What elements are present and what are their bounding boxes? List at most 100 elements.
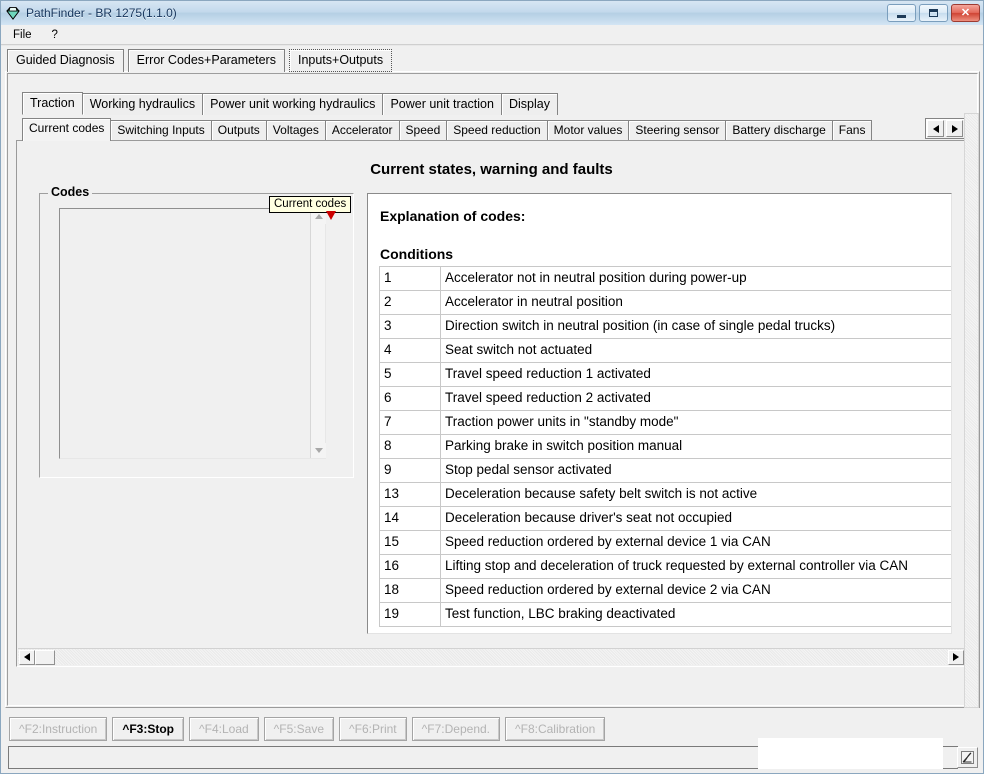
codes-group-box: Codes <box>39 193 354 478</box>
tab-speed[interactable]: Speed <box>399 120 448 141</box>
code-description-cell: Direction switch in neutral position (in… <box>441 315 953 339</box>
code-description-cell: Lifting stop and deceleration of truck r… <box>441 555 953 579</box>
tooltip-current-codes: Current codes <box>269 196 351 213</box>
f3-stop-button[interactable]: ^F3:Stop <box>112 717 184 741</box>
code-description-cell: Speed reduction ordered by external devi… <box>441 531 953 555</box>
tab-fans[interactable]: Fans <box>832 120 873 141</box>
code-description-cell: Deceleration because driver's seat not o… <box>441 507 953 531</box>
window-controls: ✕ <box>887 4 980 22</box>
right-arrow-icon <box>953 653 959 661</box>
tab-speed-reduction[interactable]: Speed reduction <box>446 120 547 141</box>
scroll-down-icon <box>315 448 323 453</box>
page-title: Current states, warning and faults <box>17 161 966 178</box>
code-number-cell: 14 <box>380 507 441 531</box>
code-description-cell: Deceleration because safety belt switch … <box>441 483 953 507</box>
tab-battery-discharge[interactable]: Battery discharge <box>725 120 832 141</box>
minimize-button[interactable] <box>887 4 916 22</box>
table-row: 3Direction switch in neutral position (i… <box>380 315 953 339</box>
f4-load-button[interactable]: ^F4:Load <box>189 717 259 741</box>
f7-depend-button[interactable]: ^F7:Depend. <box>412 717 500 741</box>
tab-motor-values[interactable]: Motor values <box>547 120 630 141</box>
right-arrow-icon <box>952 125 958 133</box>
table-row: 13Deceleration because safety belt switc… <box>380 483 953 507</box>
table-row: 8Parking brake in switch position manual <box>380 435 953 459</box>
code-number-cell: 7 <box>380 411 441 435</box>
hscroll-thumb[interactable] <box>35 650 55 665</box>
code-number-cell: 19 <box>380 603 441 627</box>
table-row: 18Speed reduction ordered by external de… <box>380 579 953 603</box>
content-horizontal-scrollbar[interactable] <box>18 648 965 665</box>
minimize-icon <box>897 15 906 18</box>
menu-item-help[interactable]: ? <box>48 28 66 42</box>
diamond-gem-icon <box>5 5 21 21</box>
tab-voltages[interactable]: Voltages <box>266 120 326 141</box>
tab-switching-inputs[interactable]: Switching Inputs <box>110 120 211 141</box>
code-number-cell: 3 <box>380 315 441 339</box>
tab-scroll-right-button[interactable] <box>946 120 963 137</box>
window-title: PathFinder - BR 1275(1.1.0) <box>26 6 177 20</box>
explanation-subheading: Conditions <box>380 246 945 262</box>
codes-listbox-scrollbar[interactable] <box>310 209 325 458</box>
table-row: 19Test function, LBC braking deactivated <box>380 603 953 627</box>
codes-scroll-down-button[interactable] <box>311 443 326 458</box>
code-number-cell: 9 <box>380 459 441 483</box>
table-row: 5Travel speed reduction 1 activated <box>380 363 953 387</box>
code-description-cell: Parking brake in switch position manual <box>441 435 953 459</box>
close-button[interactable]: ✕ <box>951 4 980 22</box>
chart-curve-button[interactable] <box>957 747 978 768</box>
f5-save-button[interactable]: ^F5:Save <box>264 717 334 741</box>
f8-calibration-button[interactable]: ^F8:Calibration <box>505 717 605 741</box>
tab-accelerator[interactable]: Accelerator <box>325 120 400 141</box>
left-arrow-icon <box>24 653 30 661</box>
tab-scroll-controls <box>925 118 965 139</box>
status-bar-overlay-box <box>758 738 943 769</box>
code-description-cell: Seat switch not actuated <box>441 339 953 363</box>
code-number-cell: 1 <box>380 267 441 291</box>
code-description-cell: Accelerator in neutral position <box>441 291 953 315</box>
tab-display[interactable]: Display <box>501 93 558 115</box>
tab-traction[interactable]: Traction <box>22 92 83 115</box>
left-arrow-icon <box>933 125 939 133</box>
tab-steering-sensor[interactable]: Steering sensor <box>628 120 726 141</box>
explanation-heading: Explanation of codes: <box>380 208 945 224</box>
tab-outputs[interactable]: Outputs <box>211 120 267 141</box>
f2-instruction-button[interactable]: ^F2:Instruction <box>9 717 107 741</box>
menu-item-file[interactable]: File <box>9 28 40 42</box>
window-vertical-scrollbar[interactable] <box>964 113 979 708</box>
code-number-cell: 5 <box>380 363 441 387</box>
maximize-button[interactable] <box>919 4 948 22</box>
tab-guided-diagnosis[interactable]: Guided Diagnosis <box>7 49 124 72</box>
tab-power-unit-working-hydraulics[interactable]: Power unit working hydraulics <box>202 93 383 115</box>
tab-scroll-left-button[interactable] <box>927 120 944 137</box>
current-codes-listbox[interactable] <box>59 208 326 459</box>
tab-inputs-outputs[interactable]: Inputs+Outputs <box>289 49 392 72</box>
code-number-cell: 6 <box>380 387 441 411</box>
table-row: 9Stop pedal sensor activated <box>380 459 953 483</box>
table-row: 15Speed reduction ordered by external de… <box>380 531 953 555</box>
tertiary-tabs: Current codes Switching Inputs Outputs V… <box>22 118 871 141</box>
table-row: 1Accelerator not in neutral position dur… <box>380 267 953 291</box>
table-row: 2Accelerator in neutral position <box>380 291 953 315</box>
content-area: Current states, warning and faults Codes <box>16 140 967 667</box>
explanation-panel: Explanation of codes: Conditions 1Accele… <box>367 193 952 634</box>
f6-print-button[interactable]: ^F6:Print <box>339 717 407 741</box>
code-number-cell: 15 <box>380 531 441 555</box>
code-description-cell: Speed reduction ordered by external devi… <box>441 579 953 603</box>
tab-working-hydraulics[interactable]: Working hydraulics <box>82 93 203 115</box>
table-row: 6Travel speed reduction 2 activated <box>380 387 953 411</box>
hscroll-right-button[interactable] <box>948 650 964 665</box>
tab-error-codes-parameters[interactable]: Error Codes+Parameters <box>128 49 285 72</box>
table-row: 16Lifting stop and deceleration of truck… <box>380 555 953 579</box>
secondary-tabs: Traction Working hydraulics Power unit w… <box>22 92 557 115</box>
title-bar: PathFinder - BR 1275(1.1.0) ✕ <box>1 1 983 26</box>
main-panel: Traction Working hydraulics Power unit w… <box>5 71 980 708</box>
main-panel-inner: Traction Working hydraulics Power unit w… <box>7 73 978 706</box>
explanation-codes-table: 1Accelerator not in neutral position dur… <box>379 266 952 627</box>
hscroll-left-button[interactable] <box>19 650 35 665</box>
mouse-cursor-marker <box>325 208 337 218</box>
tab-current-codes[interactable]: Current codes <box>22 118 111 141</box>
chart-curve-icon <box>960 750 975 765</box>
codes-group-label: Codes <box>48 185 92 199</box>
tab-power-unit-traction[interactable]: Power unit traction <box>382 93 502 115</box>
code-description-cell: Traction power units in "standby mode" <box>441 411 953 435</box>
